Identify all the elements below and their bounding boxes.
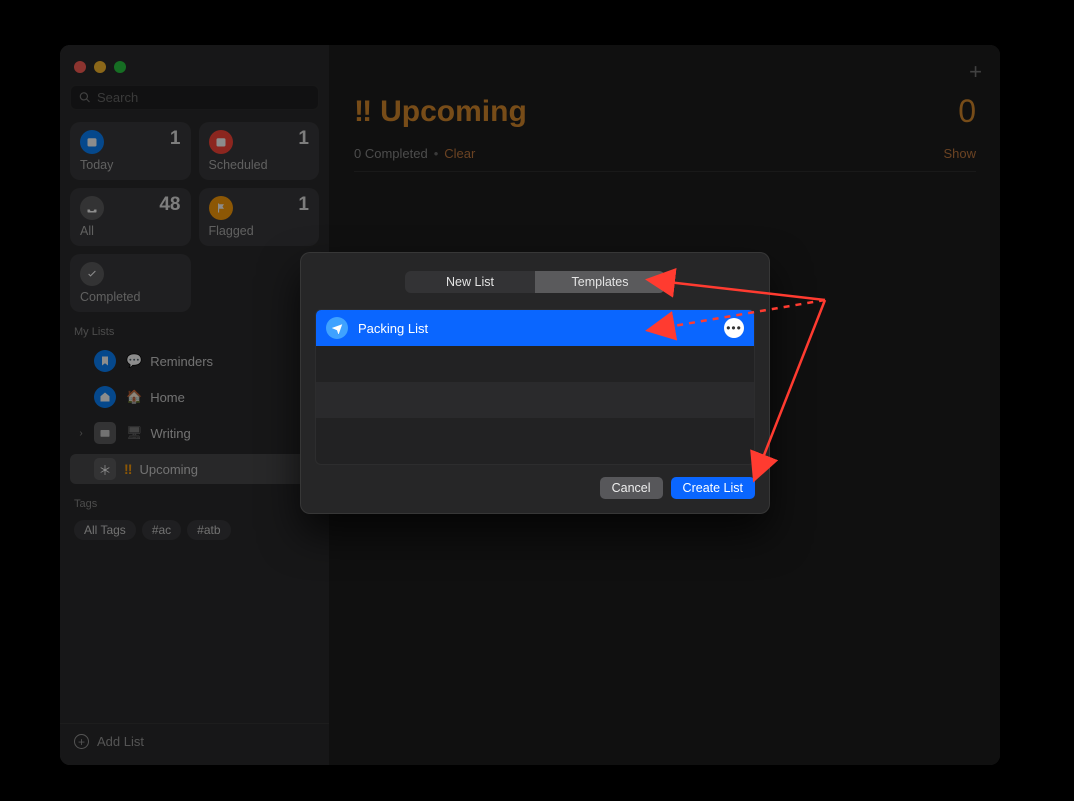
close-window-dot[interactable]	[74, 61, 86, 73]
tray-icon	[80, 196, 104, 220]
card-completed[interactable]: Completed	[70, 254, 191, 312]
template-name: Packing List	[358, 321, 428, 336]
template-row-empty	[316, 418, 754, 454]
chat-icon: 💬	[126, 353, 142, 369]
add-list-label: Add List	[97, 734, 144, 749]
card-flagged-label: Flagged	[209, 224, 310, 238]
flag-icon	[209, 196, 233, 220]
show-link[interactable]: Show	[943, 146, 976, 161]
card-all[interactable]: 48 All	[70, 188, 191, 246]
page-count: 0	[958, 93, 976, 130]
tab-new-list[interactable]: New List	[405, 271, 535, 293]
section-tags: Tags	[74, 498, 315, 510]
tab-templates[interactable]: Templates	[535, 271, 665, 293]
divider	[354, 171, 976, 172]
card-all-count: 48	[159, 194, 180, 216]
list-reminders[interactable]: 💬 Reminders	[70, 346, 319, 376]
zoom-window-dot[interactable]	[114, 61, 126, 73]
calendar-icon	[209, 130, 233, 154]
list-home-label: Home	[150, 390, 185, 405]
template-row[interactable]: Packing List •••	[316, 310, 754, 346]
card-today-label: Today	[80, 158, 181, 172]
display-icon: 🖥	[126, 425, 143, 441]
card-scheduled-label: Scheduled	[209, 158, 310, 172]
house-icon	[94, 386, 116, 408]
modal-actions: Cancel Create List	[315, 477, 755, 499]
section-mylists: My Lists	[74, 326, 315, 338]
airplane-icon	[326, 317, 348, 339]
list-reminders-label: Reminders	[150, 354, 213, 369]
tag-ac[interactable]: #ac	[142, 520, 181, 540]
chevron-right-icon: ›	[76, 428, 86, 439]
cancel-button[interactable]: Cancel	[600, 477, 663, 499]
list-writing-label: Writing	[151, 426, 191, 441]
tag-atb[interactable]: #atb	[187, 520, 230, 540]
list-home[interactable]: 🏠 Home	[70, 382, 319, 412]
template-row-empty	[316, 346, 754, 382]
list-upcoming-label: Upcoming	[139, 462, 198, 477]
checkmark-icon	[80, 262, 104, 286]
tags-row: All Tags #ac #atb	[74, 520, 315, 540]
list-upcoming[interactable]: ＊ ‼ Upcoming	[70, 454, 319, 484]
create-list-button[interactable]: Create List	[671, 477, 755, 499]
double-exclamation-icon: ‼	[354, 95, 372, 129]
new-list-modal: New List Templates Packing List ••• Canc…	[300, 252, 770, 514]
bookmark-icon	[94, 350, 116, 372]
heading: ‼ Upcoming 0	[354, 93, 976, 130]
folder-icon	[94, 422, 116, 444]
templates-list: Packing List •••	[315, 309, 755, 465]
search-field[interactable]	[70, 85, 319, 110]
search-icon	[79, 91, 91, 104]
card-flagged[interactable]: 1 Flagged	[199, 188, 320, 246]
template-row-empty	[316, 382, 754, 418]
calendar-today-icon	[80, 130, 104, 154]
card-scheduled[interactable]: 1 Scheduled	[199, 122, 320, 180]
card-today[interactable]: 1 Today	[70, 122, 191, 180]
search-input[interactable]	[97, 90, 310, 105]
smart-list-cards: 1 Today 1 Scheduled 48 All	[70, 122, 319, 312]
dot-separator: •	[434, 146, 439, 161]
completed-count: 0 Completed	[354, 146, 428, 161]
house-sub-icon: 🏠	[126, 389, 142, 405]
new-reminder-button[interactable]: +	[969, 59, 982, 85]
card-today-count: 1	[170, 128, 181, 150]
page-title: Upcoming	[380, 95, 527, 129]
card-all-label: All	[80, 224, 181, 238]
modal-tabs: New List Templates	[405, 271, 665, 293]
ellipsis-icon[interactable]: •••	[724, 318, 744, 338]
double-exclamation-icon: ‼	[124, 461, 131, 477]
add-list-button[interactable]: + Add List	[60, 723, 329, 755]
minimize-window-dot[interactable]	[94, 61, 106, 73]
card-flagged-count: 1	[298, 194, 309, 216]
subline: 0 Completed • Clear Show	[354, 146, 976, 161]
list-writing[interactable]: › 🖥 Writing	[70, 418, 319, 448]
asterisk-icon: ＊	[94, 458, 116, 480]
tag-all[interactable]: All Tags	[74, 520, 136, 540]
card-scheduled-count: 1	[298, 128, 309, 150]
window-traffic-lights	[70, 59, 319, 79]
card-completed-label: Completed	[80, 290, 181, 304]
clear-link[interactable]: Clear	[444, 146, 475, 161]
sidebar: 1 Today 1 Scheduled 48 All	[60, 45, 330, 765]
plus-circle-icon: +	[74, 734, 89, 749]
